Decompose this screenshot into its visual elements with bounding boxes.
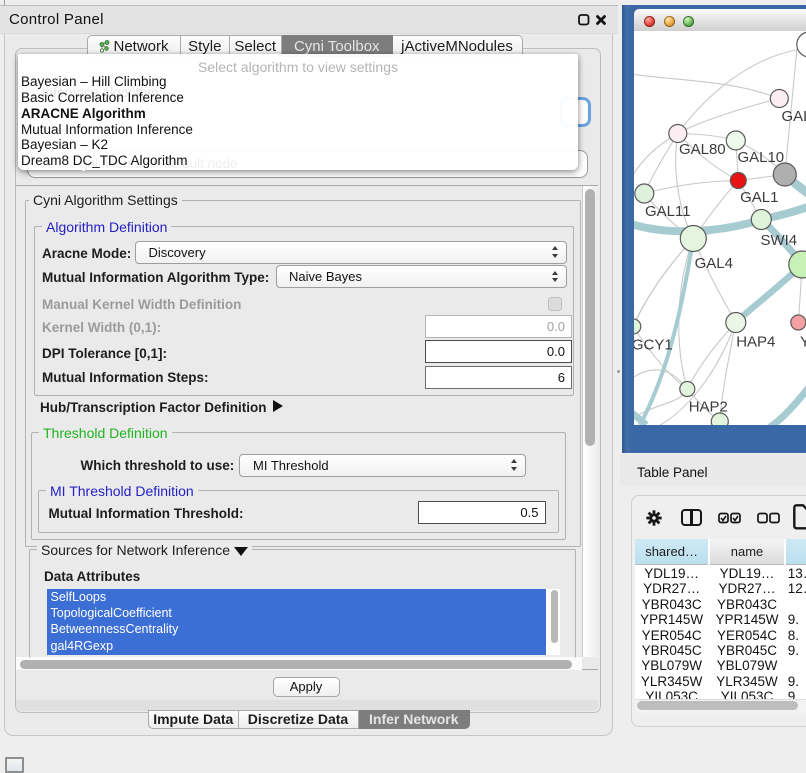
svg-text:GAL11: GAL11 bbox=[645, 203, 691, 220]
svg-text:Y: Y bbox=[800, 333, 806, 350]
svg-text:GAL80: GAL80 bbox=[679, 141, 726, 158]
svg-text:GAL4: GAL4 bbox=[694, 255, 732, 272]
svg-text:HAP2: HAP2 bbox=[688, 398, 727, 415]
svg-text:GAL1: GAL1 bbox=[740, 189, 778, 206]
svg-text:HAP4: HAP4 bbox=[736, 333, 775, 350]
svg-text:SWI4: SWI4 bbox=[760, 232, 797, 249]
svg-text:GCY1: GCY1 bbox=[634, 336, 673, 353]
svg-text:GAL10: GAL10 bbox=[737, 149, 784, 166]
svg-text:GAL7: GAL7 bbox=[781, 108, 806, 125]
